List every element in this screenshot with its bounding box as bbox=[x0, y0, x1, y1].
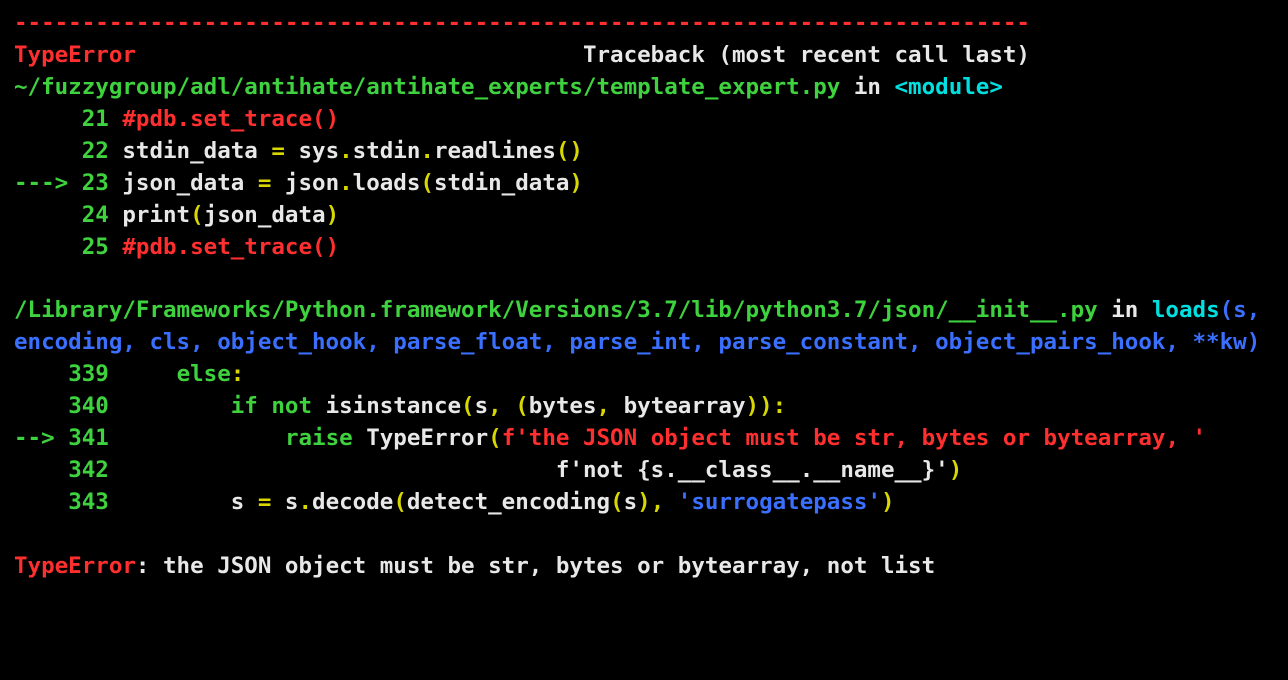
current-line-arrow: --> bbox=[14, 425, 68, 451]
code-line: #pdb.set_trace() bbox=[109, 106, 339, 132]
final-exception-name: TypeError bbox=[14, 553, 136, 579]
traceback-label: Traceback (most recent call last) bbox=[583, 42, 1030, 68]
traceback-divider: ----------------------------------------… bbox=[14, 10, 1030, 36]
final-exception-msg: the JSON object must be str, bytes or by… bbox=[163, 553, 935, 579]
lineno: 21 bbox=[82, 106, 109, 132]
frame1-path: ~/fuzzygroup/adl/antihate/antihate_exper… bbox=[14, 74, 840, 100]
lineno: 343 bbox=[68, 489, 109, 515]
current-line-arrow: ---> bbox=[14, 170, 82, 196]
code-line: #pdb.set_trace() bbox=[109, 234, 339, 260]
lineno: 24 bbox=[82, 202, 109, 228]
python-traceback: ----------------------------------------… bbox=[0, 0, 1288, 591]
exception-name: TypeError bbox=[14, 42, 136, 68]
lineno: 341 bbox=[68, 425, 109, 451]
lineno: 25 bbox=[82, 234, 109, 260]
lineno: 22 bbox=[82, 138, 109, 164]
frame1-module: <module> bbox=[895, 74, 1003, 100]
lineno: 339 bbox=[68, 361, 109, 387]
lineno: 342 bbox=[68, 457, 109, 483]
lineno: 23 bbox=[82, 170, 109, 196]
lineno: 340 bbox=[68, 393, 109, 419]
frame2-path: /Library/Frameworks/Python.framework/Ver… bbox=[14, 297, 1098, 323]
frame2-func: loads bbox=[1152, 297, 1220, 323]
